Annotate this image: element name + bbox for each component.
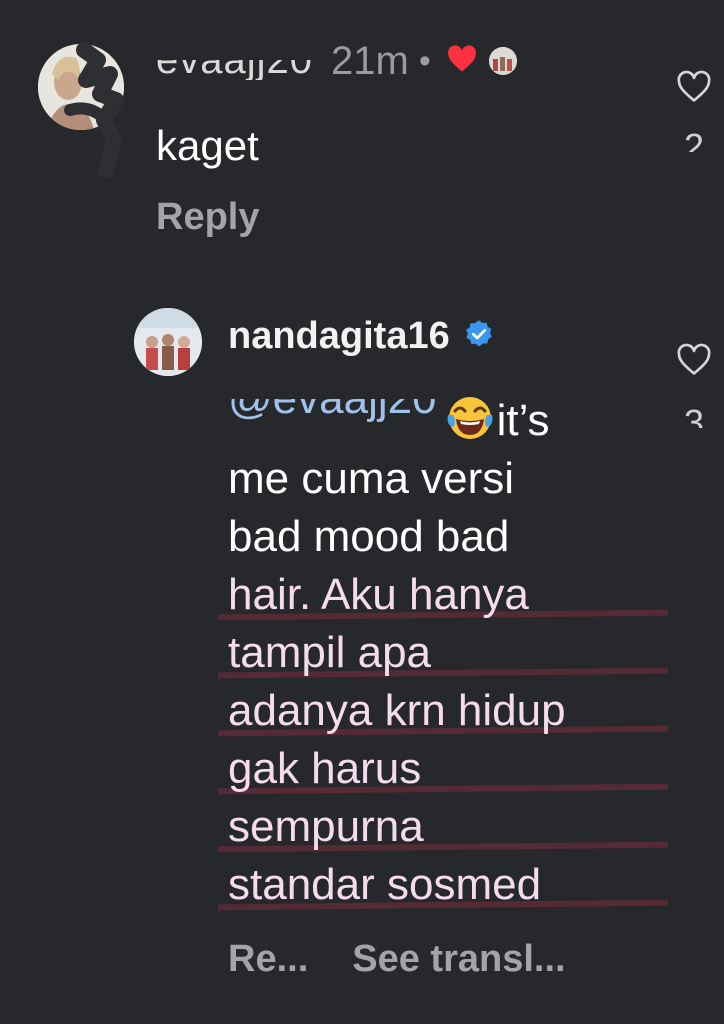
creator-liked-avatar <box>488 47 517 75</box>
comment-text-segment: it’s <box>496 396 550 445</box>
commenter-username[interactable]: evaajj20 <box>156 60 313 80</box>
heart-outline-icon[interactable] <box>676 70 712 109</box>
reply-button[interactable]: Re... <box>228 938 308 981</box>
reply-button[interactable]: Reply <box>156 196 259 239</box>
comment-line: adanya krn hidup <box>228 682 648 740</box>
heart-filled-icon <box>447 44 477 78</box>
comment1-header: evaajj20 21m • <box>156 36 517 86</box>
comment2-header: nandagita16 <box>228 306 494 366</box>
see-translation-button[interactable]: See transl... <box>352 938 565 981</box>
comment-line: sempurna <box>228 798 648 856</box>
separator-dot: • <box>418 41 431 80</box>
verified-badge-icon <box>464 319 494 354</box>
comment-timestamp: 21m <box>331 38 409 83</box>
heart-outline-icon[interactable] <box>676 343 712 382</box>
comment2-text: @evaajj20 it’s me cuma versi bad mood bad… <box>228 392 648 914</box>
commenter-avatar[interactable] <box>134 308 202 376</box>
redaction-scribble <box>64 42 124 178</box>
like-count: 2 <box>684 126 705 152</box>
comment-line: @evaajj20 it’s <box>228 392 648 450</box>
comment-line: gak harus <box>228 740 648 798</box>
comment-line: standar sosmed <box>228 856 648 914</box>
comment-line: bad mood bad <box>228 512 510 561</box>
commenter-username[interactable]: nandagita16 <box>228 315 450 358</box>
mention-link[interactable]: @evaajj20 <box>228 399 437 429</box>
like-count: 3 <box>684 402 705 428</box>
laughing-tears-emoji <box>445 393 495 443</box>
comment-line: tampil apa <box>228 624 648 682</box>
comment2-actions: Re... See transl... <box>228 938 566 981</box>
comment1-text: kaget <box>156 122 259 169</box>
comment-line: hair. Aku hanya <box>228 566 648 624</box>
comment-line: me cuma versi <box>228 454 515 503</box>
